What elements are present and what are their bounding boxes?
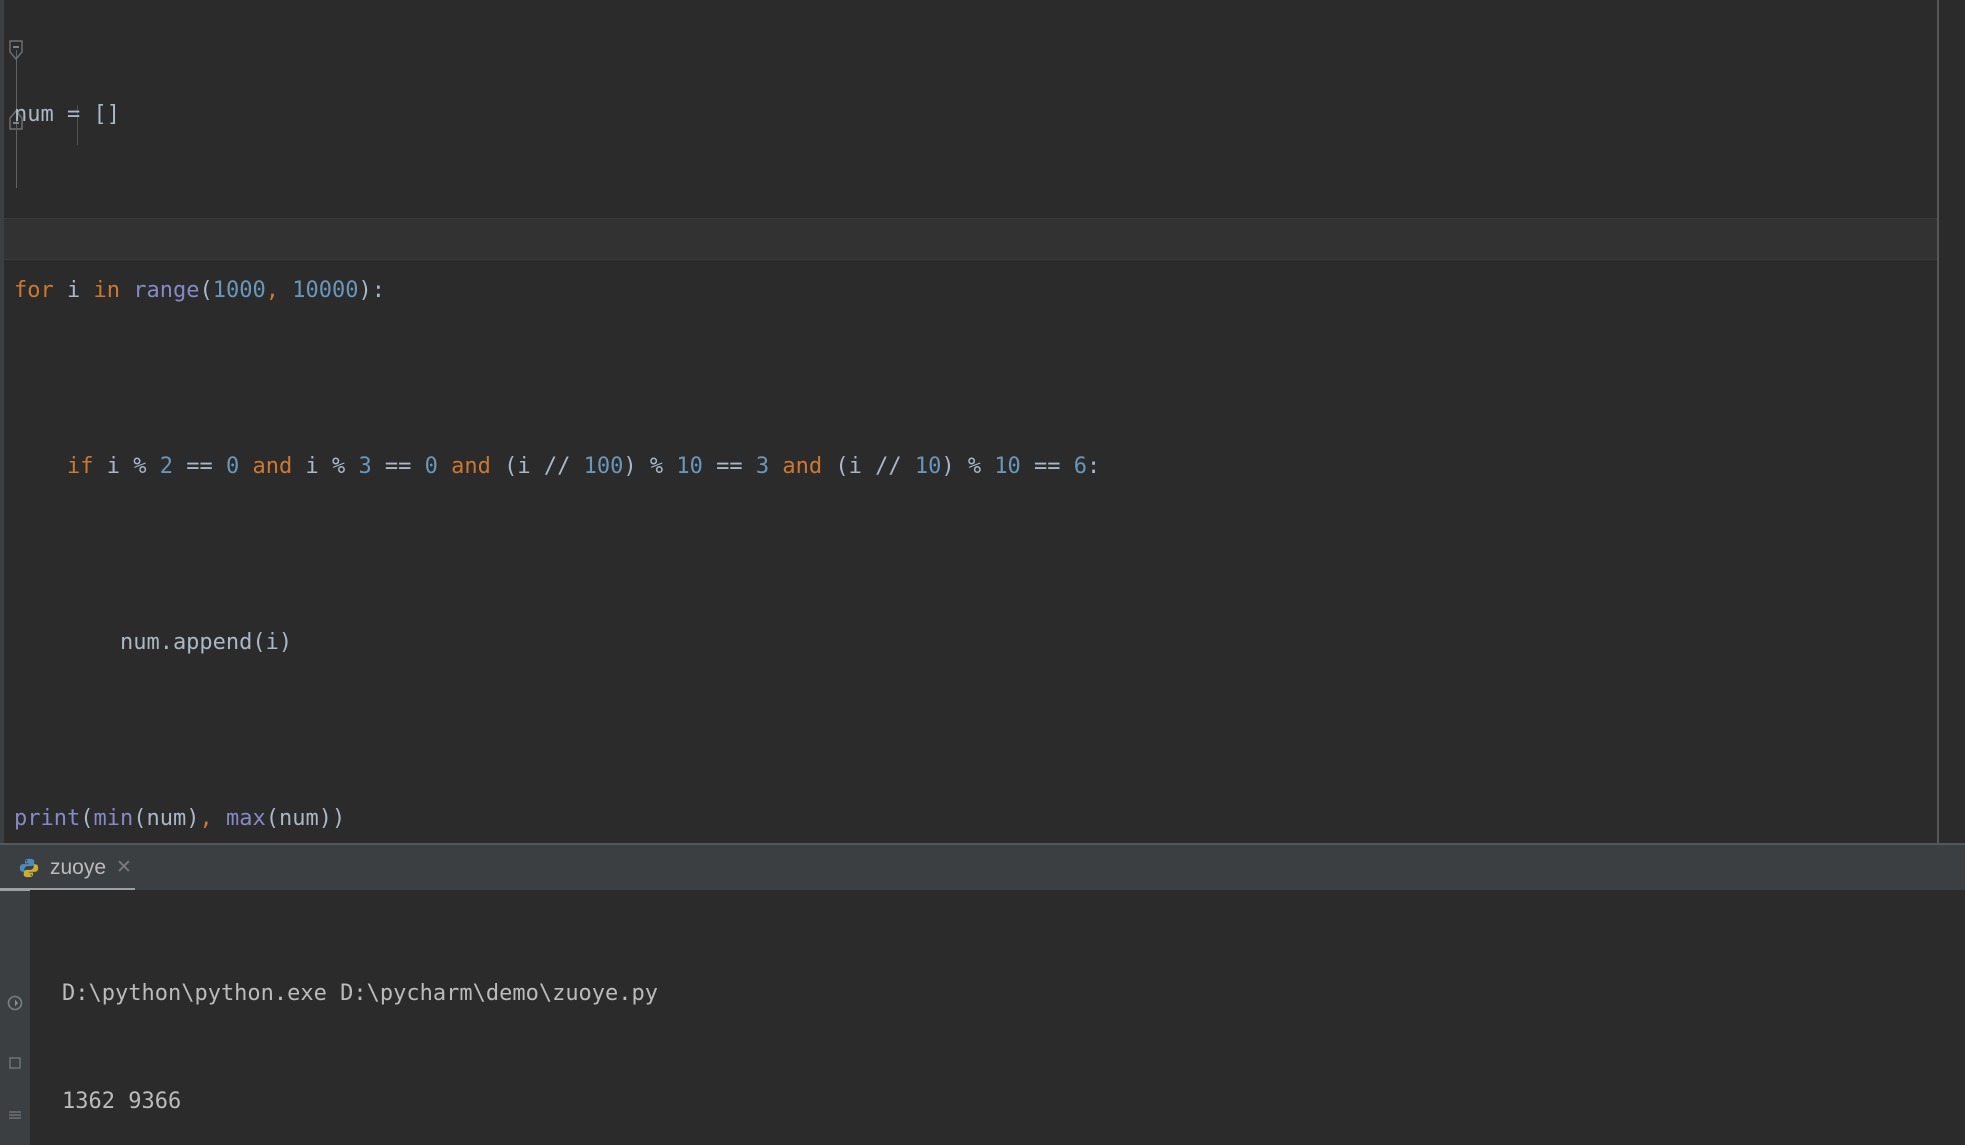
stop-icon[interactable] bbox=[7, 1055, 23, 1071]
run-tool-window: zuoye ✕ D:\python\python.exe D:\pycharm\… bbox=[0, 845, 1965, 1145]
code-token: (i // bbox=[490, 454, 584, 479]
code-token: ( bbox=[80, 806, 94, 831]
console-output-line: 1362 9366 bbox=[62, 1089, 182, 1114]
code-token: 10 bbox=[994, 454, 1021, 479]
code-token: and bbox=[451, 454, 491, 479]
code-token: == bbox=[172, 454, 226, 479]
code-line-3[interactable]: if i % 2 == 0 and i % 3 == 0 and (i // 1… bbox=[14, 445, 1934, 489]
code-token: i % bbox=[292, 454, 359, 479]
code-line-4[interactable]: num.append(i) bbox=[14, 621, 1934, 665]
code-token: == bbox=[371, 454, 425, 479]
settings-icon[interactable] bbox=[7, 1107, 23, 1123]
code-token: == bbox=[702, 454, 756, 479]
code-token: [] bbox=[93, 102, 121, 127]
code-token: and bbox=[782, 454, 823, 479]
code-token: 100 bbox=[583, 454, 624, 479]
code-token: 6 bbox=[1073, 454, 1088, 479]
pycharm-window: num = [] for i in range(1000, 10000): if… bbox=[0, 0, 1965, 1145]
code-token: ( bbox=[199, 278, 213, 303]
code-token: ) % bbox=[941, 454, 995, 479]
run-tab-label: zuoye bbox=[50, 855, 107, 879]
close-icon[interactable]: ✕ bbox=[116, 858, 132, 877]
code-line-5[interactable]: print(min(num), max(num)) bbox=[14, 797, 1934, 841]
code-token: : bbox=[1087, 454, 1101, 479]
code-token: == bbox=[1020, 454, 1074, 479]
code-token: 3 bbox=[755, 454, 770, 479]
code-token: num bbox=[14, 102, 54, 127]
code-token: num.append(i) bbox=[14, 630, 293, 655]
code-token: 0 bbox=[424, 454, 438, 479]
code-token: 0 bbox=[225, 454, 240, 479]
code-token: 2 bbox=[159, 454, 173, 479]
code-line-2[interactable]: for i in range(1000, 10000): bbox=[14, 269, 1934, 313]
code-token: ) % bbox=[623, 454, 677, 479]
python-file-icon bbox=[18, 857, 40, 879]
code-token: range bbox=[133, 278, 200, 303]
code-token: (num)) bbox=[265, 806, 346, 831]
code-token: for bbox=[14, 278, 54, 303]
code-token: (num) bbox=[133, 806, 200, 831]
code-editor[interactable]: num = [] for i in range(1000, 10000): if… bbox=[0, 0, 1965, 845]
code-line-1[interactable]: num = [] bbox=[14, 93, 1934, 137]
rerun-icon[interactable] bbox=[7, 995, 23, 1011]
code-text[interactable]: num = [] for i in range(1000, 10000): if… bbox=[14, 0, 1934, 845]
code-token: and bbox=[252, 454, 293, 479]
code-token: print bbox=[14, 806, 81, 831]
code-token: 3 bbox=[358, 454, 372, 479]
code-token: (i // bbox=[822, 454, 915, 479]
console-output[interactable]: D:\python\python.exe D:\pycharm\demo\zuo… bbox=[30, 890, 1965, 1145]
code-token: , bbox=[265, 278, 279, 303]
code-token: i % bbox=[93, 454, 160, 479]
code-token: 10 bbox=[676, 454, 703, 479]
code-token: 1000 bbox=[212, 278, 266, 303]
code-token: ): bbox=[358, 278, 385, 303]
code-token: , bbox=[199, 806, 213, 831]
code-token: = bbox=[53, 102, 94, 127]
code-token: i bbox=[53, 278, 94, 303]
code-token: if bbox=[66, 454, 94, 479]
code-token: 10 bbox=[914, 454, 942, 479]
code-token: 10000 bbox=[292, 278, 359, 303]
code-token: in bbox=[93, 278, 121, 303]
code-token: min bbox=[93, 806, 134, 831]
run-tabs-bar[interactable]: zuoye ✕ bbox=[0, 845, 1965, 891]
console-command-line: D:\python\python.exe D:\pycharm\demo\zuo… bbox=[62, 981, 659, 1006]
code-token: max bbox=[225, 806, 266, 831]
run-tab-zuoye[interactable]: zuoye ✕ bbox=[8, 845, 142, 890]
editor-right-divider bbox=[1937, 0, 1939, 845]
